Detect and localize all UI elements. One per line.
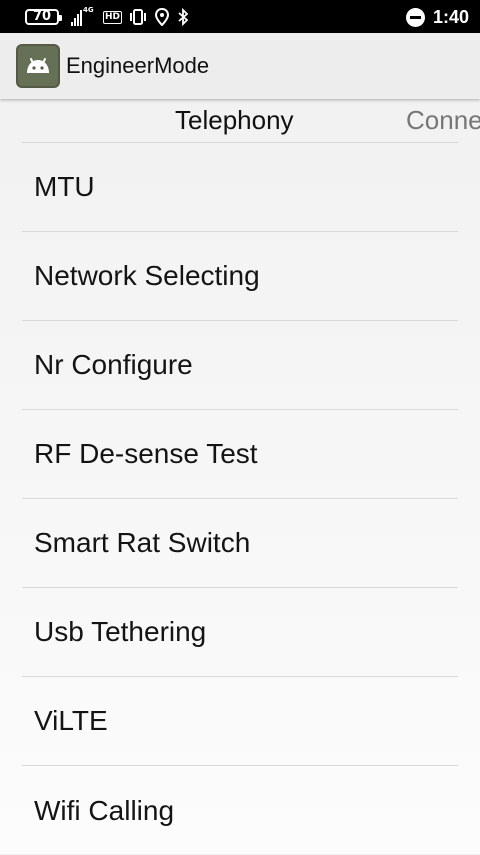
list-item-network-selecting[interactable]: Network Selecting [22,232,458,321]
android-icon [27,58,49,73]
signal-icon: 4G [71,6,97,26]
battery-level: 70 [32,9,52,24]
status-icons-left: 70 4G HD [25,6,190,27]
status-icons-right: 1:40 [405,5,469,29]
list-item-wifi-calling[interactable]: Wifi Calling [22,766,458,855]
network-type: 4G [83,6,94,14]
status-bar: 70 4G HD 1:40 [0,0,480,33]
app-title: EngineerMode [66,53,210,78]
list-item-smart-rat-switch[interactable]: Smart Rat Switch [22,499,458,588]
tab-strip[interactable]: Telephony Conne [0,99,480,143]
do-not-disturb-icon [405,7,425,27]
list-item-nr-configure[interactable]: Nr Configure [22,321,458,410]
bluetooth-icon [178,8,189,26]
app-icon [16,44,60,88]
app-bar: EngineerMode [0,33,480,99]
list-item-mtu[interactable]: MTU [22,143,458,232]
battery-icon: 70 [25,9,62,25]
list-item-vilte[interactable]: ViLTE [22,677,458,766]
clock: 1:40 [432,6,469,27]
list-item-rf-desense-test[interactable]: RF De-sense Test [22,410,458,499]
location-icon [155,8,170,26]
tab-telephony[interactable]: Telephony [175,105,294,136]
feature-list: MTU Network Selecting Nr Configure RF De… [22,143,458,855]
vibrate-icon [130,9,147,25]
tab-connectivity[interactable]: Conne [406,105,480,136]
list-item-usb-tethering[interactable]: Usb Tethering [22,588,458,677]
hd-icon: HD [103,10,123,24]
